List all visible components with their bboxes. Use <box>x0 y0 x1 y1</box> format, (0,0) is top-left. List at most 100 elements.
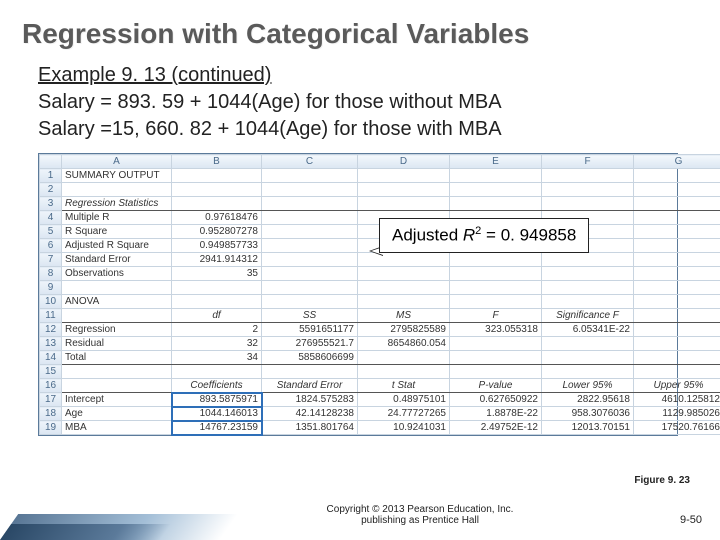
cell <box>358 267 450 281</box>
row-header: 1 <box>40 169 62 183</box>
cell <box>62 309 172 323</box>
cell: 5858606699 <box>262 351 358 365</box>
cell: df <box>172 309 262 323</box>
cell <box>634 323 720 337</box>
cell: 42.14128238 <box>262 407 358 421</box>
cell <box>172 183 262 197</box>
excel-screenshot: ABCDEFG1SUMMARY OUTPUT23Regression Stati… <box>38 153 678 436</box>
cell <box>450 351 542 365</box>
cell: Observations <box>62 267 172 281</box>
cell <box>62 183 172 197</box>
row-header: 10 <box>40 295 62 309</box>
cell: Standard Error <box>262 379 358 393</box>
copyright-line-1: Copyright © 2013 Pearson Education, Inc. <box>327 504 514 515</box>
cell <box>262 183 358 197</box>
row-header: 7 <box>40 253 62 267</box>
cell: 24.77727265 <box>358 407 450 421</box>
cell <box>172 169 262 183</box>
cell <box>634 239 720 253</box>
cell: 0.48975101 <box>358 393 450 407</box>
cell <box>262 169 358 183</box>
cell: 12013.70151 <box>542 421 634 435</box>
cell <box>358 281 450 295</box>
cell: 0.97618476 <box>172 211 262 225</box>
cell: P-value <box>450 379 542 393</box>
cell: 8654860.054 <box>358 337 450 351</box>
cell <box>634 365 720 379</box>
row-header: 16 <box>40 379 62 393</box>
callout-box: Adjusted R2 = 0. 949858 <box>379 218 589 253</box>
cell <box>634 169 720 183</box>
cell <box>172 281 262 295</box>
cell <box>634 183 720 197</box>
row-header: 11 <box>40 309 62 323</box>
cell <box>634 225 720 239</box>
cell: 1.8878E-22 <box>450 407 542 421</box>
cell <box>542 295 634 309</box>
cell: 1351.801764 <box>262 421 358 435</box>
cell <box>358 365 450 379</box>
cell: 2941.914312 <box>172 253 262 267</box>
cell <box>262 267 358 281</box>
cell <box>450 267 542 281</box>
cell <box>634 211 720 225</box>
figure-caption: Figure 9. 23 <box>634 475 690 486</box>
cell: 34 <box>172 351 262 365</box>
cell: SS <box>262 309 358 323</box>
cell: 5591651177 <box>262 323 358 337</box>
cell: MBA <box>62 421 172 435</box>
cell <box>62 365 172 379</box>
cell: 323.055318 <box>450 323 542 337</box>
cell: Upper 95% <box>634 379 720 393</box>
cell: 2795825589 <box>358 323 450 337</box>
col-header: B <box>172 155 262 169</box>
cell <box>262 225 358 239</box>
cell: 0.952807278 <box>172 225 262 239</box>
row-header: 15 <box>40 365 62 379</box>
row-header: 9 <box>40 281 62 295</box>
cell <box>542 351 634 365</box>
col-header: D <box>358 155 450 169</box>
equation-1: Salary = 893. 59 + 1044(Age) for those w… <box>38 91 502 113</box>
copyright-line-2: publishing as Prentice Hall <box>361 515 479 526</box>
cell <box>262 281 358 295</box>
cell: 32 <box>172 337 262 351</box>
cell <box>542 253 634 267</box>
cell <box>450 337 542 351</box>
col-header: C <box>262 155 358 169</box>
cell: Significance F <box>542 309 634 323</box>
row-header: 13 <box>40 337 62 351</box>
cell: ANOVA <box>62 295 172 309</box>
cell: 2822.95618 <box>542 393 634 407</box>
row-header: 4 <box>40 211 62 225</box>
cell <box>62 379 172 393</box>
cell <box>62 281 172 295</box>
cell: Regression Statistics <box>62 197 172 211</box>
cell <box>172 365 262 379</box>
cell <box>634 351 720 365</box>
corner-cell <box>40 155 62 169</box>
cell: t Stat <box>358 379 450 393</box>
body-text: Example 9. 13 (continued) Salary = 893. … <box>0 58 720 143</box>
row-header: 3 <box>40 197 62 211</box>
cell: 35 <box>172 267 262 281</box>
corner-decoration-2 <box>0 524 171 540</box>
cell: 276955521.7 <box>262 337 358 351</box>
cell: F <box>450 309 542 323</box>
cell: Multiple R <box>62 211 172 225</box>
cell <box>262 197 358 211</box>
cell <box>358 183 450 197</box>
equation-2: Salary =15, 660. 82 + 1044(Age) for thos… <box>38 118 502 140</box>
cell <box>262 295 358 309</box>
row-header: 14 <box>40 351 62 365</box>
cell <box>542 267 634 281</box>
cell <box>358 169 450 183</box>
cell: R Square <box>62 225 172 239</box>
cell <box>634 197 720 211</box>
row-header: 18 <box>40 407 62 421</box>
col-header: F <box>542 155 634 169</box>
cell <box>450 197 542 211</box>
cell: 1044.146013 <box>172 407 262 421</box>
cell <box>450 183 542 197</box>
cell: 2.49752E-12 <box>450 421 542 435</box>
